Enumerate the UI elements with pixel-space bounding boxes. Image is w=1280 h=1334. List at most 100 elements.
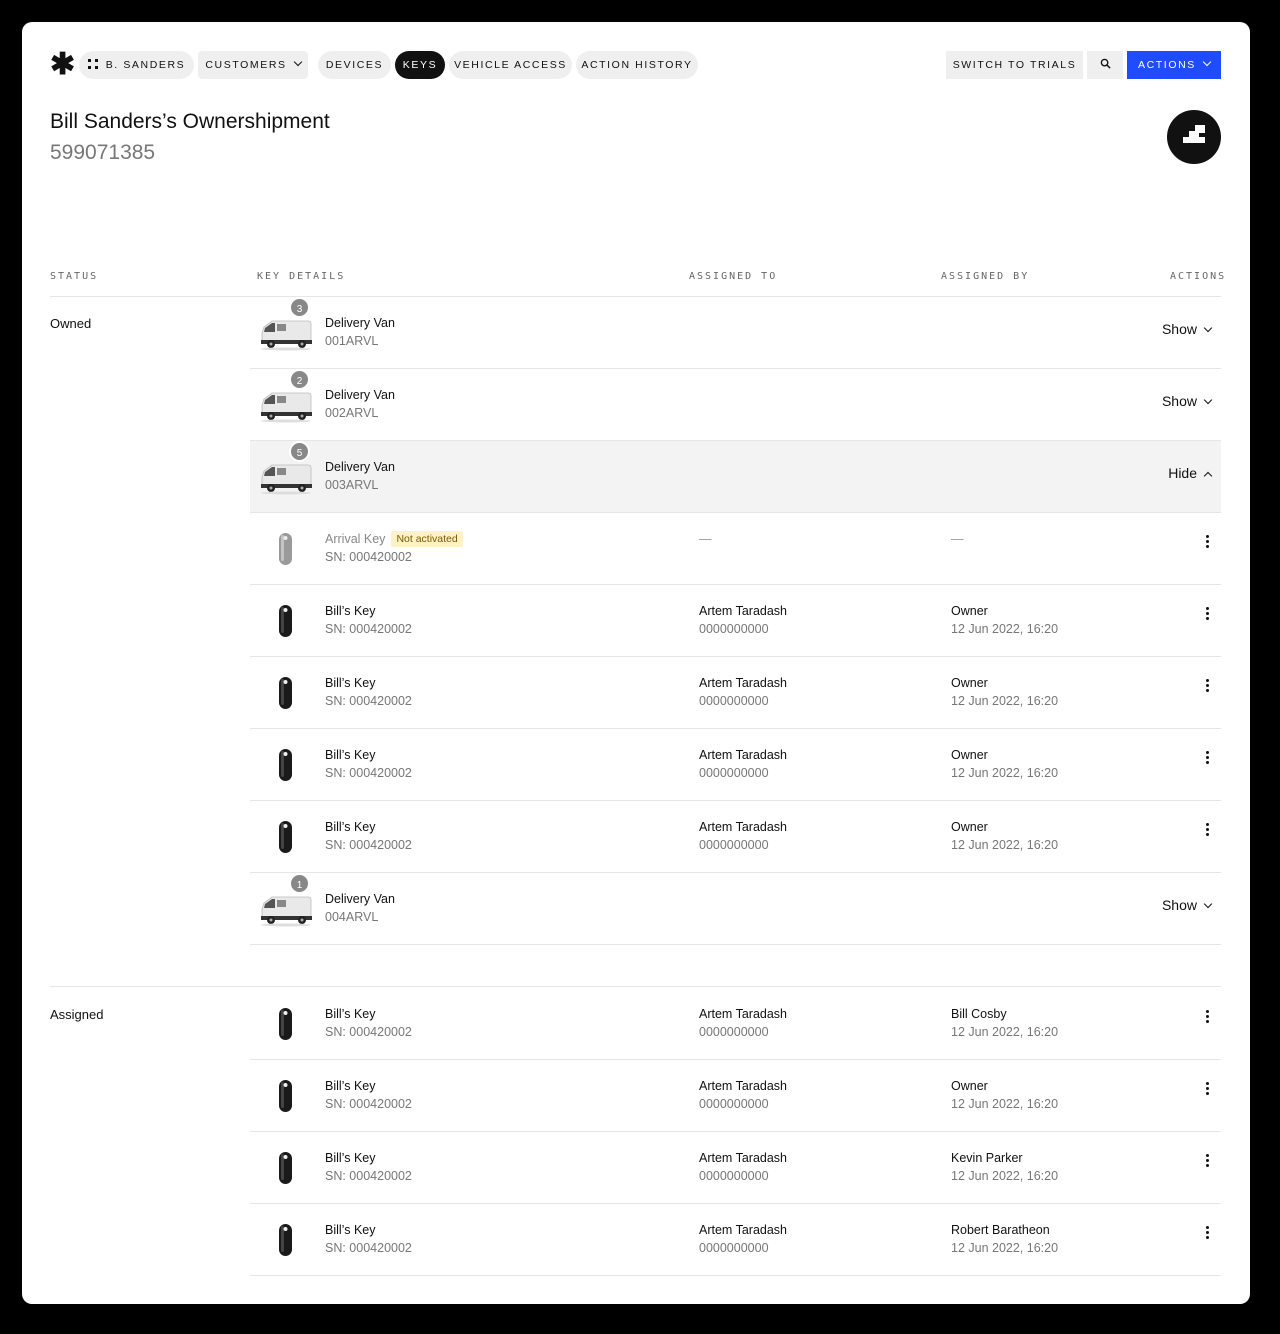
- van-name: Delivery Van: [325, 892, 395, 906]
- status-assigned-label: Assigned: [50, 1007, 104, 1022]
- hide-toggle-button[interactable]: Hide: [1168, 465, 1213, 481]
- key-row[interactable]: Arrival Key Not activated SN: 000420002 —…: [250, 513, 1221, 585]
- switch-to-trials-label: SWITCH TO TRIALS: [952, 59, 1077, 71]
- key-serial: SN: 000420002: [325, 838, 412, 852]
- key-row[interactable]: Bill’s Key SN: 000420002 Artem Taradash …: [250, 657, 1221, 729]
- col-status-header: STATUS: [50, 271, 99, 282]
- status-owned-label: Owned: [50, 316, 92, 331]
- key-row[interactable]: Bill’s Key SN: 000420002 Artem Taradash …: [250, 729, 1221, 801]
- van-row[interactable]: 1 Delivery Van 004ARVL Show: [250, 873, 1221, 945]
- assigned-to-name: Artem Taradash: [699, 604, 788, 618]
- assigned-to-name: —: [699, 532, 712, 546]
- key-name: Bill’s Key: [325, 1079, 376, 1093]
- key-fob-icon: [258, 745, 314, 785]
- key-count-badge: 3: [289, 297, 310, 318]
- switch-to-trials-button[interactable]: SWITCH TO TRIALS: [946, 51, 1083, 79]
- assigned-by-date: 12 Jun 2022, 16:20: [951, 1097, 1059, 1111]
- more-options-icon[interactable]: [1206, 1226, 1210, 1240]
- assigned-to-phone: 0000000000: [699, 622, 769, 636]
- show-toggle-button[interactable]: Show: [1162, 897, 1213, 913]
- assigned-by-date: 12 Jun 2022, 16:20: [951, 1169, 1059, 1183]
- chevron-down-icon: [1203, 395, 1213, 405]
- key-name: Bill’s Key: [325, 604, 376, 618]
- key-serial: SN: 000420002: [325, 1025, 412, 1039]
- key-fob-icon: [258, 1076, 314, 1116]
- key-name: Bill’s Key: [325, 1223, 376, 1237]
- assigned-to-phone: 0000000000: [699, 1169, 769, 1183]
- brand-badge-icon[interactable]: [1167, 110, 1221, 164]
- van-row[interactable]: 2 Delivery Van 002ARVL Show: [250, 369, 1221, 441]
- assigned-by-name: Owner: [951, 676, 988, 690]
- assigned-to-phone: 0000000000: [699, 1025, 769, 1039]
- page-title: Bill Sanders’s Ownershipment: [50, 110, 330, 133]
- more-options-icon[interactable]: [1206, 1010, 1210, 1024]
- tab-action-history-label: ACTION HISTORY: [581, 59, 693, 71]
- key-fob-icon: [258, 673, 314, 713]
- top-nav: ✱ B. SANDERS CUSTOMERS DEVICES KEYS VEHI…: [22, 22, 1250, 108]
- actions-button[interactable]: ACTIONS: [1127, 51, 1221, 79]
- assigned-by-name: Owner: [951, 748, 988, 762]
- assigned-to-name: Artem Taradash: [699, 1151, 788, 1165]
- more-options-icon[interactable]: [1206, 1082, 1210, 1096]
- assigned-by-name: Bill Cosby: [951, 1007, 1007, 1021]
- assigned-by-date: 12 Jun 2022, 16:20: [951, 1025, 1059, 1039]
- van-row[interactable]: 3 Delivery Van 001ARVL Show: [250, 297, 1221, 369]
- more-options-icon[interactable]: [1206, 1154, 1210, 1168]
- key-fob-icon: [258, 817, 314, 857]
- key-serial: SN: 000420002: [325, 550, 412, 564]
- assigned-by-date: 12 Jun 2022, 16:20: [951, 766, 1059, 780]
- tab-devices[interactable]: DEVICES: [318, 51, 391, 79]
- toggle-label: Show: [1161, 321, 1197, 337]
- more-options-icon[interactable]: [1206, 751, 1210, 765]
- key-row[interactable]: Bill’s Key SN: 000420002 Artem Taradash …: [250, 1060, 1221, 1132]
- page-subtitle: 599071385: [50, 141, 156, 164]
- key-serial: SN: 000420002: [325, 1169, 412, 1183]
- show-toggle-button[interactable]: Show: [1161, 393, 1213, 409]
- key-row[interactable]: Bill’s Key SN: 000420002 Artem Taradash …: [250, 1204, 1221, 1276]
- key-name: Bill’s Key: [325, 1151, 376, 1165]
- user-switcher-button[interactable]: B. SANDERS: [79, 51, 194, 79]
- tab-vehicle-access[interactable]: VEHICLE ACCESS: [449, 51, 572, 79]
- assigned-to-phone: 0000000000: [699, 1241, 769, 1255]
- assigned-to-name: Artem Taradash: [699, 1079, 788, 1093]
- tab-keys[interactable]: KEYS: [395, 51, 445, 79]
- chevron-down-icon: [1203, 899, 1213, 909]
- key-serial: SN: 000420002: [325, 622, 412, 636]
- grid-dots-icon: [87, 59, 98, 69]
- more-options-icon[interactable]: [1206, 607, 1210, 621]
- key-name: Bill’s Key: [325, 676, 376, 690]
- key-row[interactable]: Bill’s Key SN: 000420002 Artem Taradash …: [250, 585, 1221, 657]
- not-activated-badge: Not activated: [391, 531, 463, 547]
- key-count-badge: 2: [289, 369, 310, 390]
- more-options-icon[interactable]: [1206, 823, 1210, 837]
- chevron-down-icon: [1203, 323, 1213, 333]
- more-options-icon[interactable]: [1206, 679, 1210, 693]
- key-fob-icon: [258, 1148, 314, 1188]
- key-row[interactable]: Bill’s Key SN: 000420002 Artem Taradash …: [250, 1132, 1221, 1204]
- show-toggle-button[interactable]: Show: [1161, 321, 1213, 337]
- more-options-icon[interactable]: [1206, 535, 1210, 549]
- toggle-label: Show: [1161, 393, 1197, 409]
- key-fob-icon: [258, 529, 314, 569]
- key-fob-icon: [258, 601, 314, 641]
- tab-action-history[interactable]: ACTION HISTORY: [576, 51, 698, 79]
- assigned-to-phone: 0000000000: [699, 694, 769, 708]
- tab-vehicle-access-label: VEHICLE ACCESS: [454, 59, 567, 71]
- key-row[interactable]: Bill’s Key SN: 000420002 Artem Taradash …: [250, 801, 1221, 873]
- key-row[interactable]: Bill’s Key SN: 000420002 Artem Taradash …: [250, 988, 1221, 1060]
- assigned-by-name: Robert Baratheon: [951, 1223, 1050, 1237]
- assigned-by-name: —: [951, 532, 964, 546]
- search-button[interactable]: [1087, 51, 1123, 79]
- asterisk-logo-icon[interactable]: ✱: [50, 50, 75, 80]
- col-assigned-to-header: ASSIGNED TO: [689, 271, 778, 282]
- key-name-text: Arrival Key: [325, 532, 386, 546]
- assigned-to-phone: 0000000000: [699, 1097, 769, 1111]
- van-icon: [258, 457, 314, 497]
- tab-devices-label: DEVICES: [325, 59, 384, 71]
- assigned-by-date: 12 Jun 2022, 16:20: [951, 622, 1059, 636]
- van-code: 002ARVL: [325, 406, 379, 420]
- main-card: ✱ B. SANDERS CUSTOMERS DEVICES KEYS VEHI…: [22, 22, 1250, 1304]
- van-row-expanded[interactable]: 5 Delivery Van 003ARVL Hide: [250, 441, 1221, 513]
- tab-keys-label: KEYS: [402, 59, 438, 71]
- customers-dropdown[interactable]: CUSTOMERS: [198, 51, 308, 79]
